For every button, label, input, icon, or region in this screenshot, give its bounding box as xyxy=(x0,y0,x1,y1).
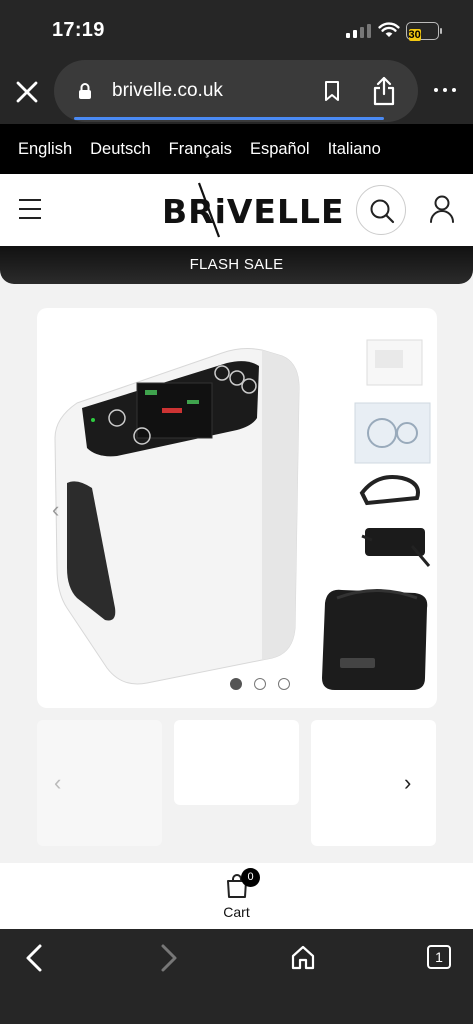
product-thumbnail[interactable] xyxy=(311,720,436,846)
product-image-main[interactable] xyxy=(37,308,437,708)
language-link[interactable]: Français xyxy=(169,140,232,159)
cart-count-badge: 0 xyxy=(241,868,260,887)
logo-slash-mark xyxy=(197,182,221,238)
share-icon[interactable] xyxy=(372,76,396,106)
flash-sale-banner[interactable]: FLASH SALE xyxy=(0,246,473,284)
search-icon xyxy=(370,199,395,224)
language-link[interactable]: English xyxy=(18,140,72,159)
search-button[interactable] xyxy=(356,185,406,235)
bookmark-icon[interactable] xyxy=(323,80,341,102)
site-header: BRiVELLE xyxy=(0,174,473,246)
battery-icon: 30 xyxy=(406,22,442,41)
page-load-progress xyxy=(74,117,384,120)
product-thumbnail[interactable] xyxy=(174,720,299,805)
site-logo[interactable]: BRiVELLE xyxy=(162,192,345,231)
language-link[interactable]: Deutsch xyxy=(90,140,151,159)
thumbnail-next-icon[interactable]: › xyxy=(404,770,411,796)
language-switcher: English Deutsch Français Español Italian… xyxy=(0,124,473,174)
more-menu-icon[interactable] xyxy=(434,88,456,92)
status-bar: 17:19 30 xyxy=(0,0,473,60)
cellular-signal-icon xyxy=(346,24,371,38)
url-text: brivelle.co.uk xyxy=(112,80,223,101)
cart-label: Cart xyxy=(223,904,250,920)
carousel-dot[interactable] xyxy=(230,678,242,690)
home-icon[interactable] xyxy=(290,944,316,970)
close-icon[interactable] xyxy=(13,78,41,106)
wifi-icon xyxy=(378,22,400,37)
carousel-dot[interactable] xyxy=(278,678,290,690)
hamburger-menu-icon[interactable] xyxy=(19,199,41,226)
carousel-dots xyxy=(230,678,290,690)
cart-bar[interactable]: 0 Cart xyxy=(0,863,473,929)
page: 17:19 30 brivelle.co.uk English Deutsch … xyxy=(0,0,473,1024)
language-link[interactable]: Italiano xyxy=(328,140,381,159)
status-time: 17:19 xyxy=(52,19,105,41)
language-link[interactable]: Español xyxy=(250,140,310,159)
carousel-prev-icon[interactable]: ‹ xyxy=(52,497,59,523)
browser-toolbar: 1 xyxy=(0,929,473,1024)
browser-address-bar: brivelle.co.uk xyxy=(0,60,473,124)
thumbnail-prev-icon[interactable]: ‹ xyxy=(54,770,61,796)
product-photo xyxy=(54,339,431,690)
back-icon[interactable] xyxy=(22,943,46,973)
tabs-count-icon[interactable]: 1 xyxy=(427,945,451,969)
battery-level: 30 xyxy=(408,28,421,41)
lock-icon xyxy=(79,83,91,99)
url-field[interactable]: brivelle.co.uk xyxy=(54,60,418,122)
account-icon[interactable] xyxy=(428,194,456,224)
carousel-dot[interactable] xyxy=(254,678,266,690)
forward-icon[interactable] xyxy=(157,943,181,973)
